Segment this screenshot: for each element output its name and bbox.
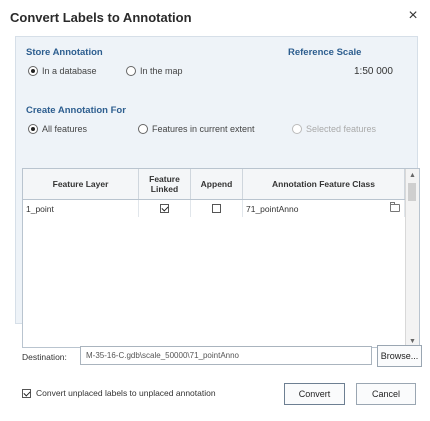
feature-layer-value: 1_point	[26, 203, 54, 214]
destination-label: Destination:	[22, 352, 67, 362]
column-annotation-feature-class[interactable]: Annotation Feature Class	[243, 169, 405, 199]
scroll-up-icon[interactable]: ▲	[406, 169, 419, 181]
radio-all-features[interactable]: All features	[28, 124, 87, 134]
store-annotation-heading: Store Annotation	[26, 47, 103, 58]
convert-button[interactable]: Convert	[284, 383, 345, 405]
append-cell[interactable]	[191, 200, 243, 217]
layers-table: Feature Layer Feature Linked Append Anno…	[22, 168, 420, 348]
folder-icon[interactable]	[390, 202, 400, 212]
dialog-title: Convert Labels to Annotation	[10, 10, 192, 25]
title-bar: Convert Labels to Annotation ×	[0, 0, 430, 36]
radio-in-map[interactable]: In the map	[126, 66, 183, 76]
table-scrollbar[interactable]: ▲ ▼	[405, 169, 419, 347]
cancel-button[interactable]: Cancel	[356, 383, 416, 405]
create-annotation-heading: Create Annotation For	[26, 105, 126, 116]
radio-selected-features-indicator	[292, 124, 302, 134]
radio-current-extent[interactable]: Features in current extent	[138, 124, 255, 134]
close-icon[interactable]: ×	[404, 7, 422, 25]
feature-linked-checkbox[interactable]	[160, 204, 169, 213]
column-feature-linked[interactable]: Feature Linked	[139, 169, 191, 199]
reference-scale-heading: Reference Scale	[288, 47, 362, 58]
column-append[interactable]: Append	[191, 169, 243, 199]
radio-current-extent-indicator[interactable]	[138, 124, 148, 134]
convert-unplaced-option[interactable]: Convert unplaced labels to unplaced anno…	[22, 388, 216, 398]
convert-unplaced-checkbox[interactable]	[22, 388, 31, 398]
radio-selected-features: Selected features	[292, 124, 376, 134]
annotation-class-cell[interactable]: 71_pointAnno	[243, 200, 405, 217]
radio-in-database[interactable]: In a database	[28, 66, 97, 76]
destination-field[interactable]: M-35-16-C.gdb\scale_50000\71_pointAnno	[80, 346, 372, 365]
convert-unplaced-label: Convert unplaced labels to unplaced anno…	[36, 388, 216, 398]
scroll-thumb[interactable]	[408, 183, 416, 201]
table-header: Feature Layer Feature Linked Append Anno…	[23, 169, 405, 200]
reference-scale-value: 1:50 000	[354, 66, 393, 77]
annotation-class-value: 71_pointAnno	[246, 203, 299, 214]
feature-layer-cell[interactable]: 1_point	[23, 200, 139, 217]
radio-in-map-indicator[interactable]	[126, 66, 136, 76]
radio-in-map-label: In the map	[140, 66, 183, 76]
radio-selected-features-label: Selected features	[306, 124, 377, 134]
radio-current-extent-label: Features in current extent	[152, 124, 255, 134]
browse-button[interactable]: Browse...	[377, 345, 422, 367]
append-checkbox[interactable]	[212, 204, 221, 213]
feature-linked-cell[interactable]	[139, 200, 191, 217]
radio-in-database-label: In a database	[42, 66, 97, 76]
radio-all-features-label: All features	[42, 124, 88, 134]
table-row[interactable]: 1_point 71_pointAnno	[23, 200, 405, 217]
radio-in-database-indicator[interactable]	[28, 66, 38, 76]
column-feature-layer[interactable]: Feature Layer	[23, 169, 139, 199]
radio-all-features-indicator[interactable]	[28, 124, 38, 134]
